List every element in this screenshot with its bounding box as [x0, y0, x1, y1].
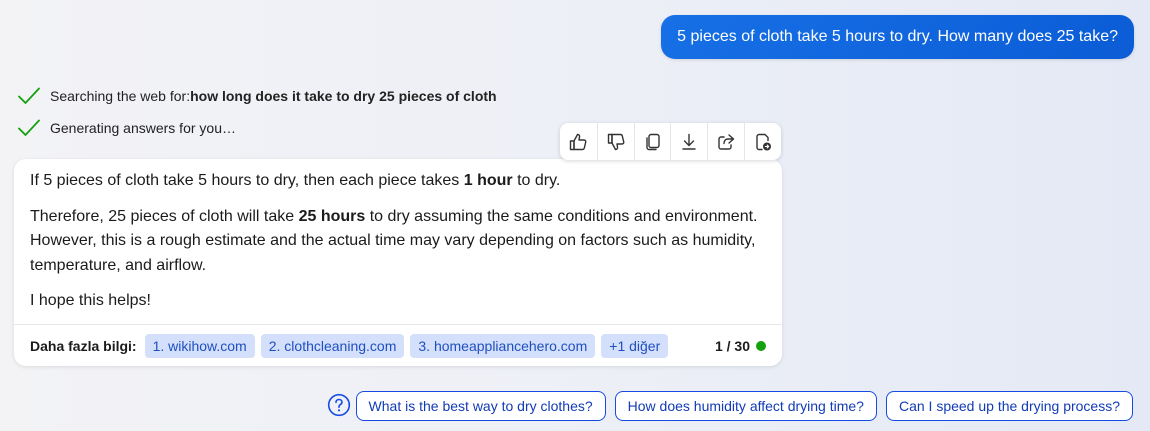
search-query: how long does it take to dry 25 pieces o… — [190, 88, 497, 104]
answer-text: to dry. — [512, 172, 561, 189]
source-link-clothcleaning[interactable]: 2. clothcleaning.com — [260, 333, 405, 358]
answer-highlight: 25 hours — [298, 207, 366, 225]
like-button[interactable] — [560, 123, 597, 160]
download-button[interactable] — [670, 123, 707, 160]
download-icon — [682, 133, 697, 150]
status-text: Generating answers for you… — [50, 120, 236, 136]
status-text: Searching the web for: — [50, 88, 191, 104]
check-icon — [18, 119, 40, 136]
source-link-wikihow[interactable]: 1. wikihow.com — [144, 333, 255, 358]
share-button[interactable] — [707, 123, 744, 160]
suggestion-chips: What is the best way to dry clothes? How… — [355, 391, 1133, 421]
turn-counter: 1 / 30 — [714, 337, 750, 354]
answer-highlight: 1 hour — [463, 172, 513, 189]
answer-text: If 5 pieces of cloth take 5 hours to dry… — [30, 172, 464, 189]
suggestion-humidity-drying-time[interactable]: How does humidity affect drying time? — [614, 391, 877, 421]
answer-text: Therefore, 25 pieces of cloth will take — [30, 207, 299, 225]
status-dot — [756, 340, 766, 351]
more-sources-button[interactable]: +1 diğer — [601, 333, 669, 358]
learn-more-label: Daha fazla bilgi: — [30, 337, 137, 354]
user-message-bubble: 5 pieces of cloth take 5 hours to dry. H… — [661, 15, 1134, 59]
status-searching: Searching the web for: how long does it … — [17, 85, 497, 107]
learn-more-footer: Daha fazla bilgi: 1. wikihow.com 2. clot… — [14, 324, 782, 366]
answer-paragraph: I hope this helps! — [30, 292, 151, 309]
response-actions-toolbar — [560, 123, 781, 160]
dislike-button[interactable] — [596, 123, 634, 160]
status-generating: Generating answers for you… — [17, 117, 236, 139]
answer-card: If 5 pieces of cloth take 5 hours to dry… — [14, 159, 782, 366]
thumbs-down-icon — [607, 133, 625, 150]
export-button[interactable] — [744, 123, 781, 160]
question-icon[interactable] — [327, 393, 351, 417]
share-icon — [718, 133, 735, 150]
answer-body: If 5 pieces of cloth take 5 hours to dry… — [14, 159, 782, 314]
chat-page: { "user_message": "5 pieces of cloth tak… — [0, 0, 1150, 431]
copy-icon — [645, 133, 660, 150]
user-message-text: 5 pieces of cloth take 5 hours to dry. H… — [677, 28, 1118, 45]
copy-button[interactable] — [633, 123, 671, 160]
check-icon — [18, 87, 40, 104]
suggestion-speed-up-drying[interactable]: Can I speed up the drying process? — [885, 391, 1133, 421]
thumbs-up-icon — [570, 133, 587, 150]
source-link-homeappliancehero[interactable]: 3. homeappliancehero.com — [410, 333, 596, 358]
suggestion-best-way-to-dry[interactable]: What is the best way to dry clothes? — [355, 391, 606, 421]
answer-paragraph: If 5 pieces of cloth take 5 hours to dry… — [30, 169, 766, 194]
export-icon — [756, 133, 772, 150]
answer-paragraph: Therefore, 25 pieces of cloth will take … — [30, 205, 766, 279]
